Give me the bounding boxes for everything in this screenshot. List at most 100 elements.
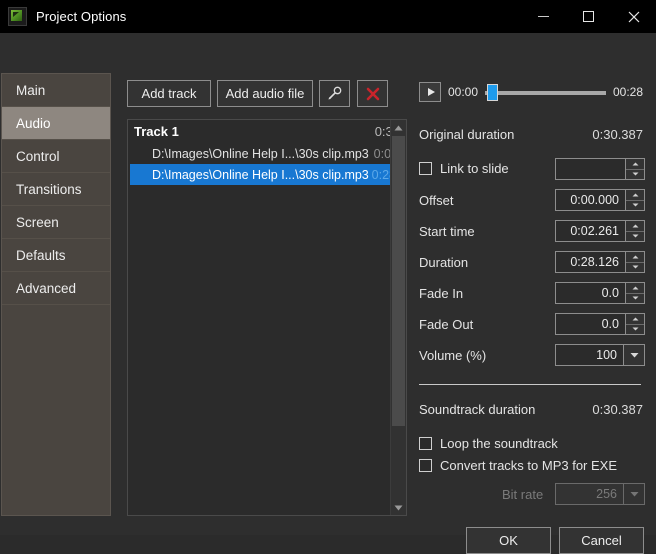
track-properties-button[interactable] xyxy=(319,80,350,107)
sidebar-item-label: Audio xyxy=(16,115,51,131)
player-total-time: 00:28 xyxy=(612,85,643,99)
fade-out-spinner[interactable] xyxy=(626,313,645,335)
maximize-button[interactable] xyxy=(566,0,611,33)
link-to-slide-row[interactable]: Link to slide xyxy=(419,161,509,176)
track-row[interactable]: D:\Images\Online Help I...\30s clip.mp3 … xyxy=(130,164,404,185)
sidebar-item-main[interactable]: Main xyxy=(2,74,110,107)
loop-soundtrack-checkbox[interactable] xyxy=(419,437,432,450)
sidebar-item-screen[interactable]: Screen xyxy=(2,206,110,239)
caret-down-icon xyxy=(632,327,638,331)
sidebar-item-defaults[interactable]: Defaults xyxy=(2,239,110,272)
sidebar-item-label: Transitions xyxy=(16,181,82,197)
add-track-button[interactable]: Add track xyxy=(127,80,211,107)
cancel-button[interactable]: Cancel xyxy=(559,527,644,554)
sidebar-item-label: Screen xyxy=(16,214,59,230)
loop-soundtrack-row[interactable]: Loop the soundtrack xyxy=(419,436,558,451)
track-group-header[interactable]: Track 1 0:30 xyxy=(128,120,406,143)
sidebar-item-control[interactable]: Control xyxy=(2,140,110,173)
spinner-down-button[interactable] xyxy=(626,294,644,304)
volume-dropdown-button[interactable] xyxy=(624,344,645,366)
ok-button[interactable]: OK xyxy=(466,527,551,554)
sidebar-item-label: Advanced xyxy=(16,280,77,296)
player-current-time: 00:00 xyxy=(448,85,479,99)
start-time-label: Start time xyxy=(419,223,475,239)
spinner-up-button[interactable] xyxy=(626,283,644,293)
fade-in-value[interactable]: 0.0 xyxy=(555,282,626,304)
track-group-label: Track 1 xyxy=(134,124,179,139)
play-button[interactable] xyxy=(419,82,441,102)
sidebar-item-advanced[interactable]: Advanced xyxy=(2,272,110,305)
sidebar-item-audio[interactable]: Audio xyxy=(2,107,110,140)
spinner-up-button[interactable] xyxy=(626,190,644,200)
duration-spinner[interactable] xyxy=(626,251,645,273)
caret-down-icon xyxy=(394,505,403,510)
track-list-scrollbar[interactable] xyxy=(390,120,406,515)
convert-tracks-checkbox[interactable] xyxy=(419,459,432,472)
duration-field[interactable]: 0:28.126 xyxy=(555,251,645,273)
original-duration-row: Original duration 0:30.387 xyxy=(419,123,643,145)
sidebar-item-label: Main xyxy=(16,82,46,98)
fade-in-field[interactable]: 0.0 xyxy=(555,282,645,304)
link-to-slide-value[interactable] xyxy=(555,158,626,180)
link-to-slide-checkbox[interactable] xyxy=(419,162,432,175)
offset-spinner[interactable] xyxy=(626,189,645,211)
dialog-body: Main Audio Control Transitions Screen De… xyxy=(0,33,656,554)
start-time-field[interactable]: 0:02.261 xyxy=(555,220,645,242)
spinner-down-button[interactable] xyxy=(626,201,644,211)
player-seek-slider[interactable] xyxy=(485,82,606,102)
spinner-down-button[interactable] xyxy=(626,232,644,242)
volume-value[interactable]: 100 xyxy=(555,344,624,366)
spinner-up-button[interactable] xyxy=(626,221,644,231)
fade-out-label: Fade Out xyxy=(419,316,474,332)
link-to-slide-label: Link to slide xyxy=(440,161,509,176)
spinner-up-button[interactable] xyxy=(626,159,644,169)
fade-in-label: Fade In xyxy=(419,285,464,301)
fade-in-spinner[interactable] xyxy=(626,282,645,304)
scroll-up-button[interactable] xyxy=(391,120,406,135)
spinner-down-button[interactable] xyxy=(626,263,644,273)
offset-value[interactable]: 0:00.000 xyxy=(555,189,626,211)
soundtrack-duration-row: Soundtrack duration 0:30.387 xyxy=(419,398,643,420)
delete-track-button[interactable] xyxy=(357,80,388,107)
add-audio-file-button[interactable]: Add audio file xyxy=(217,80,313,107)
link-to-slide-field[interactable] xyxy=(555,158,645,180)
spinner-down-button[interactable] xyxy=(626,170,644,180)
caret-down-icon xyxy=(632,172,638,176)
offset-label: Offset xyxy=(419,192,454,208)
duration-value[interactable]: 0:28.126 xyxy=(555,251,626,273)
fade-out-value[interactable]: 0.0 xyxy=(555,313,626,335)
spinner-up-button[interactable] xyxy=(626,314,644,324)
spinner-up-button[interactable] xyxy=(626,252,644,262)
convert-tracks-row[interactable]: Convert tracks to MP3 for EXE xyxy=(419,458,617,473)
scrollbar-thumb[interactable] xyxy=(392,136,405,426)
original-duration-label: Original duration xyxy=(419,126,515,142)
minimize-icon xyxy=(538,16,549,17)
spinner-down-button[interactable] xyxy=(626,325,644,335)
pin-icon xyxy=(328,86,342,100)
start-time-value[interactable]: 0:02.261 xyxy=(555,220,626,242)
slider-thumb[interactable] xyxy=(487,84,499,101)
track-row[interactable]: D:\Images\Online Help I...\30s clip.mp3 … xyxy=(128,143,406,164)
caret-down-icon xyxy=(632,296,638,300)
caret-up-icon xyxy=(632,193,638,197)
volume-field[interactable]: 100 xyxy=(555,344,645,366)
section-divider xyxy=(419,384,641,385)
loop-soundtrack-label: Loop the soundtrack xyxy=(440,436,558,451)
close-button[interactable] xyxy=(611,0,656,33)
audio-player: 00:00 00:28 xyxy=(419,79,643,105)
bit-rate-field: 256 xyxy=(555,483,645,505)
sidebar-item-transitions[interactable]: Transitions xyxy=(2,173,110,206)
start-time-spinner[interactable] xyxy=(626,220,645,242)
window-title: Project Options xyxy=(36,9,127,24)
soundtrack-duration-value: 0:30.387 xyxy=(592,401,643,417)
minimize-button[interactable] xyxy=(521,0,566,33)
caret-up-icon xyxy=(632,286,638,290)
track-list[interactable]: Track 1 0:30 D:\Images\Online Help I...\… xyxy=(127,119,407,516)
caret-down-icon xyxy=(632,265,638,269)
offset-field[interactable]: 0:00.000 xyxy=(555,189,645,211)
fade-out-field[interactable]: 0.0 xyxy=(555,313,645,335)
link-to-slide-spinner[interactable] xyxy=(626,158,645,180)
caret-up-icon xyxy=(394,125,403,130)
maximize-icon xyxy=(583,11,594,22)
scroll-down-button[interactable] xyxy=(391,500,406,515)
